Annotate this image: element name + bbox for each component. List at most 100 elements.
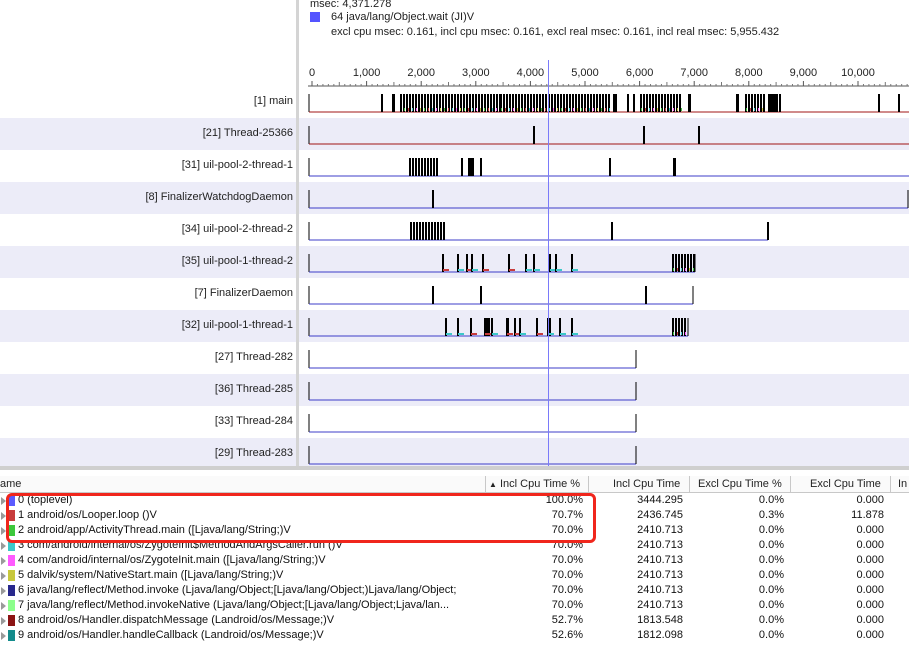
method-color-swatch xyxy=(8,585,15,596)
method-name: 9 android/os/Handler.handleCallback (Lan… xyxy=(18,629,324,641)
method-name: 8 android/os/Handler.dispatchMessage (La… xyxy=(18,614,335,626)
ruler-tick-label: 8,000 xyxy=(735,67,763,79)
excl-cpu-time: 0.000 xyxy=(856,614,884,626)
expand-triangle-icon[interactable] xyxy=(1,572,6,580)
thread-label: [33] Thread-284 xyxy=(214,415,293,427)
method-color-swatch xyxy=(8,600,15,611)
column-incl-cpu-pct-header[interactable]: Incl Cpu Time % xyxy=(500,478,580,490)
incl-cpu-time: 1812.098 xyxy=(637,629,683,641)
excl-cpu-time: 0.000 xyxy=(856,494,884,506)
incl-cpu-time: 3444.295 xyxy=(637,494,683,506)
time-cursor-line xyxy=(548,60,549,470)
sort-arrow-icon: ▲ xyxy=(489,480,497,489)
column-excl-cpu-header[interactable]: Excl Cpu Time xyxy=(810,478,881,490)
thread-row[interactable]: [33] Thread-284 xyxy=(0,406,909,438)
ruler-tick-label: 6,000 xyxy=(626,67,654,79)
thread-label: [35] uil-pool-1-thread-2 xyxy=(181,255,293,267)
column-name-header[interactable]: ame xyxy=(0,478,21,490)
incl-cpu-time: 1813.548 xyxy=(637,614,683,626)
method-color-swatch xyxy=(8,570,15,581)
excl-cpu-time: 0.000 xyxy=(856,584,884,596)
thread-label: [27] Thread-282 xyxy=(214,351,293,363)
column-incl-cpu-header[interactable]: Incl Cpu Time xyxy=(613,478,680,490)
table-row[interactable]: 4 com/android/internal/os/ZygoteInit.mai… xyxy=(0,553,909,568)
thread-label: [8] FinalizerWatchdogDaemon xyxy=(145,191,293,203)
excl-cpu-time: 0.000 xyxy=(856,539,884,551)
excl-cpu-pct: 0.0% xyxy=(758,584,784,596)
hovered-method-name: 64 java/lang/Object.wait (JI)V xyxy=(331,11,475,23)
method-name: 6 java/lang/reflect/Method.invoke (Ljava… xyxy=(18,584,457,596)
thread-row[interactable]: [34] uil-pool-2-thread-2 xyxy=(0,214,909,246)
ruler-tick-label: 5,000 xyxy=(571,67,599,79)
expand-triangle-icon[interactable] xyxy=(1,587,6,595)
table-row[interactable]: 7 java/lang/reflect/Method.invokeNative … xyxy=(0,598,909,613)
excl-cpu-pct: 0.0% xyxy=(758,524,784,536)
table-row[interactable]: 6 java/lang/reflect/Method.invoke (Ljava… xyxy=(0,583,909,598)
label-divider[interactable] xyxy=(296,0,299,470)
table-row[interactable]: 5 dalvik/system/NativeStart.main ([Ljava… xyxy=(0,568,909,583)
incl-cpu-time: 2410.713 xyxy=(637,539,683,551)
expand-triangle-icon[interactable] xyxy=(1,602,6,610)
method-color-swatch xyxy=(8,615,15,626)
ruler-tick-label: 1,000 xyxy=(353,67,381,79)
incl-cpu-pct: 70.0% xyxy=(551,569,583,581)
thread-label: [34] uil-pool-2-thread-2 xyxy=(181,223,293,235)
table-row[interactable]: 8 android/os/Handler.dispatchMessage (La… xyxy=(0,613,909,628)
excl-cpu-time: 0.000 xyxy=(856,599,884,611)
excl-cpu-time: 0.000 xyxy=(856,569,884,581)
excl-cpu-pct: 0.0% xyxy=(758,629,784,641)
incl-cpu-time: 2410.713 xyxy=(637,569,683,581)
expand-triangle-icon[interactable] xyxy=(1,542,6,550)
excl-cpu-pct: 0.0% xyxy=(758,494,784,506)
hovered-method-stats: excl cpu msec: 0.161, incl cpu msec: 0.1… xyxy=(331,26,780,38)
column-extra-header[interactable]: In xyxy=(898,478,907,490)
incl-cpu-pct: 52.6% xyxy=(551,629,583,641)
incl-cpu-time: 2410.713 xyxy=(637,524,683,536)
panel-splitter[interactable] xyxy=(0,466,909,470)
ruler-tick-label: 0 xyxy=(309,67,315,79)
thread-row[interactable]: [32] uil-pool-1-thread-1 xyxy=(0,310,909,342)
excl-cpu-time: 0.000 xyxy=(856,629,884,641)
time-readout: msec: 4,371.278 xyxy=(310,0,392,10)
expand-triangle-icon[interactable] xyxy=(1,632,6,640)
thread-label: [1] main xyxy=(253,95,293,107)
excl-cpu-pct: 0.0% xyxy=(758,569,784,581)
thread-label: [36] Thread-285 xyxy=(214,383,293,395)
method-name: 7 java/lang/reflect/Method.invokeNative … xyxy=(18,599,450,611)
excl-cpu-pct: 0.0% xyxy=(758,539,784,551)
excl-cpu-time: 0.000 xyxy=(856,554,884,566)
ruler-tick-label: 4,000 xyxy=(517,67,545,79)
ruler-tick-label: 2,000 xyxy=(407,67,435,79)
excl-cpu-pct: 0.0% xyxy=(758,599,784,611)
expand-triangle-icon[interactable] xyxy=(1,557,6,565)
thread-row[interactable]: [36] Thread-285 xyxy=(0,374,909,406)
thread-row[interactable]: [35] uil-pool-1-thread-2 xyxy=(0,246,909,278)
incl-cpu-pct: 70.0% xyxy=(551,554,583,566)
excl-cpu-time: 11.878 xyxy=(851,509,884,521)
method-color-swatch xyxy=(8,555,15,566)
method-name: 5 dalvik/system/NativeStart.main ([Ljava… xyxy=(18,569,284,581)
thread-row[interactable]: [7] FinalizerDaemon xyxy=(0,278,909,310)
incl-cpu-pct: 52.7% xyxy=(551,614,583,626)
ruler-tick-label: 10,000 xyxy=(841,67,875,79)
method-color-swatch xyxy=(8,630,15,641)
thread-label: [29] Thread-283 xyxy=(214,447,293,459)
thread-label: [7] FinalizerDaemon xyxy=(194,287,293,299)
thread-label: [32] uil-pool-1-thread-1 xyxy=(181,319,293,331)
thread-row[interactable]: [21] Thread-25366 xyxy=(0,118,909,150)
thread-row[interactable]: [27] Thread-282 xyxy=(0,342,909,374)
excl-cpu-pct: 0.0% xyxy=(758,554,784,566)
incl-cpu-time: 2410.713 xyxy=(637,554,683,566)
incl-cpu-time: 2410.713 xyxy=(637,584,683,596)
expand-triangle-icon[interactable] xyxy=(1,617,6,625)
excl-cpu-time: 0.000 xyxy=(856,524,884,536)
annotation-highlight-box xyxy=(6,493,596,543)
thread-row[interactable]: [31] uil-pool-2-thread-1 xyxy=(0,150,909,182)
column-excl-cpu-pct-header[interactable]: Excl Cpu Time % xyxy=(698,478,782,490)
table-row[interactable]: 9 android/os/Handler.handleCallback (Lan… xyxy=(0,628,909,643)
method-color-swatch xyxy=(310,12,320,22)
ruler-tick-label: 3,000 xyxy=(462,67,490,79)
thread-row[interactable]: [8] FinalizerWatchdogDaemon xyxy=(0,182,909,214)
thread-row[interactable]: [1] main xyxy=(0,86,909,118)
ruler-tick-label: 9,000 xyxy=(790,67,818,79)
